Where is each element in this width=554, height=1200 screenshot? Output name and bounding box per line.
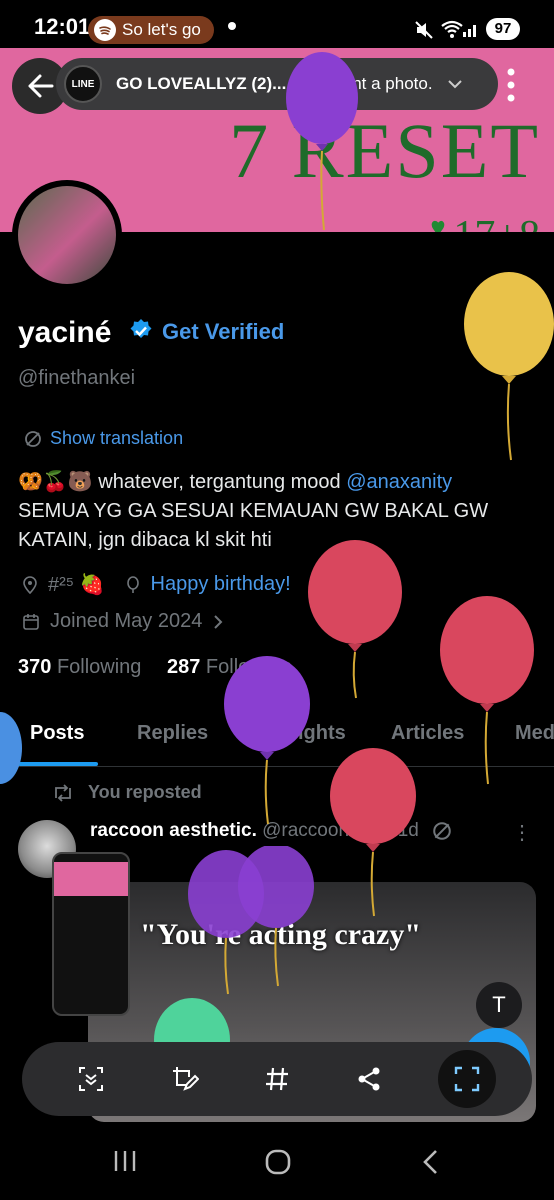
balloon-purple bbox=[286, 52, 358, 231]
profile-avatar[interactable] bbox=[12, 180, 122, 290]
tab-posts[interactable]: Posts bbox=[30, 722, 84, 745]
home-icon[interactable] bbox=[264, 1148, 292, 1183]
balloon-red bbox=[440, 596, 534, 785]
get-verified-link[interactable]: Get Verified bbox=[162, 319, 284, 345]
joined-label: Joined May 2024 bbox=[50, 610, 203, 632]
translate-icon bbox=[433, 822, 451, 840]
profile-handle: @finethankei bbox=[18, 367, 136, 389]
more-options-icon[interactable] bbox=[496, 62, 526, 108]
globe-icon bbox=[25, 430, 41, 447]
screenshot-toolbar bbox=[22, 1042, 532, 1116]
post-more-icon[interactable]: ⋮ bbox=[512, 820, 532, 845]
wifi-icon bbox=[441, 20, 463, 38]
status-bar: 12:01 So let's go 97 bbox=[0, 0, 554, 48]
verified-badge-icon[interactable] bbox=[128, 318, 154, 344]
repost-icon bbox=[55, 783, 71, 802]
mute-icon bbox=[415, 21, 433, 39]
show-translation-link[interactable]: Show translation bbox=[24, 428, 183, 449]
recent-apps-icon[interactable] bbox=[112, 1148, 138, 1181]
repost-label: You reposted bbox=[52, 782, 202, 803]
status-time: 12:01 bbox=[34, 14, 91, 39]
bio-line-2: SEMUA YG GA SESUAI KEMAUAN GW BAKAL GW K… bbox=[18, 500, 489, 551]
notification-dot bbox=[228, 22, 236, 30]
birthday-link[interactable]: Happy birthday! bbox=[151, 573, 291, 596]
notification-popup[interactable]: LINE GO LOVEALLYZ (2)... Dea sent a phot… bbox=[56, 58, 498, 110]
hashtag-icon[interactable] bbox=[252, 1054, 302, 1104]
active-tab-indicator bbox=[18, 762, 98, 766]
banner-title: 7 RESET bbox=[229, 107, 540, 194]
balloon-icon bbox=[126, 575, 139, 593]
location-icon bbox=[23, 575, 37, 594]
line-app-icon: LINE bbox=[64, 65, 102, 103]
profile-bio: 🥨🍒🐻 whatever, tergantung mood @anaxanity… bbox=[18, 468, 538, 555]
bio-emoji: 🥨🍒🐻 bbox=[18, 471, 93, 493]
balloon-purple bbox=[224, 656, 310, 825]
system-nav-bar bbox=[0, 1130, 554, 1200]
chevron-down-icon[interactable] bbox=[447, 79, 463, 89]
joined-date[interactable]: Joined May 2024 bbox=[22, 610, 224, 633]
balloon-red bbox=[330, 748, 416, 917]
media-title: So let's go bbox=[122, 20, 201, 39]
screenshot-thumbnail[interactable] bbox=[52, 852, 130, 1016]
following-link[interactable]: 370 Following bbox=[18, 656, 141, 678]
share-icon[interactable] bbox=[344, 1054, 394, 1104]
bio-text: whatever, tergantung mood bbox=[98, 471, 341, 493]
notification-title: GO LOVEALLYZ (2)... bbox=[116, 74, 287, 93]
location-text: #²⁵ 🍓 bbox=[48, 574, 105, 596]
show-translation-label: Show translation bbox=[50, 428, 184, 448]
clover-icon: ☘ bbox=[420, 214, 456, 232]
back-nav-icon[interactable] bbox=[420, 1148, 442, 1183]
bio-mention-link[interactable]: @anaxanity bbox=[346, 471, 452, 493]
capture-frame-icon[interactable] bbox=[438, 1050, 496, 1108]
banner-subtitle: 17+8 bbox=[453, 212, 540, 232]
balloon-blue bbox=[0, 712, 22, 784]
balloon-yellow bbox=[464, 272, 554, 461]
balloon-purple bbox=[188, 846, 314, 995]
battery-indicator: 97 bbox=[486, 18, 520, 40]
media-chip[interactable]: So let's go bbox=[88, 16, 214, 44]
profile-name: yaciné bbox=[18, 316, 112, 349]
tab-replies[interactable]: Replies bbox=[137, 722, 208, 745]
scroll-capture-icon[interactable] bbox=[66, 1054, 116, 1104]
calendar-icon bbox=[23, 613, 39, 630]
profile-meta: #²⁵ 🍓 Happy birthday! bbox=[22, 572, 291, 597]
spotify-icon bbox=[94, 19, 116, 41]
signal-icon bbox=[463, 25, 476, 37]
draw-crop-icon[interactable] bbox=[160, 1054, 210, 1104]
balloon-red bbox=[308, 540, 402, 699]
repost-text: You reposted bbox=[88, 782, 202, 802]
chevron-right-icon bbox=[214, 614, 223, 629]
extract-text-icon[interactable]: T bbox=[476, 982, 522, 1028]
